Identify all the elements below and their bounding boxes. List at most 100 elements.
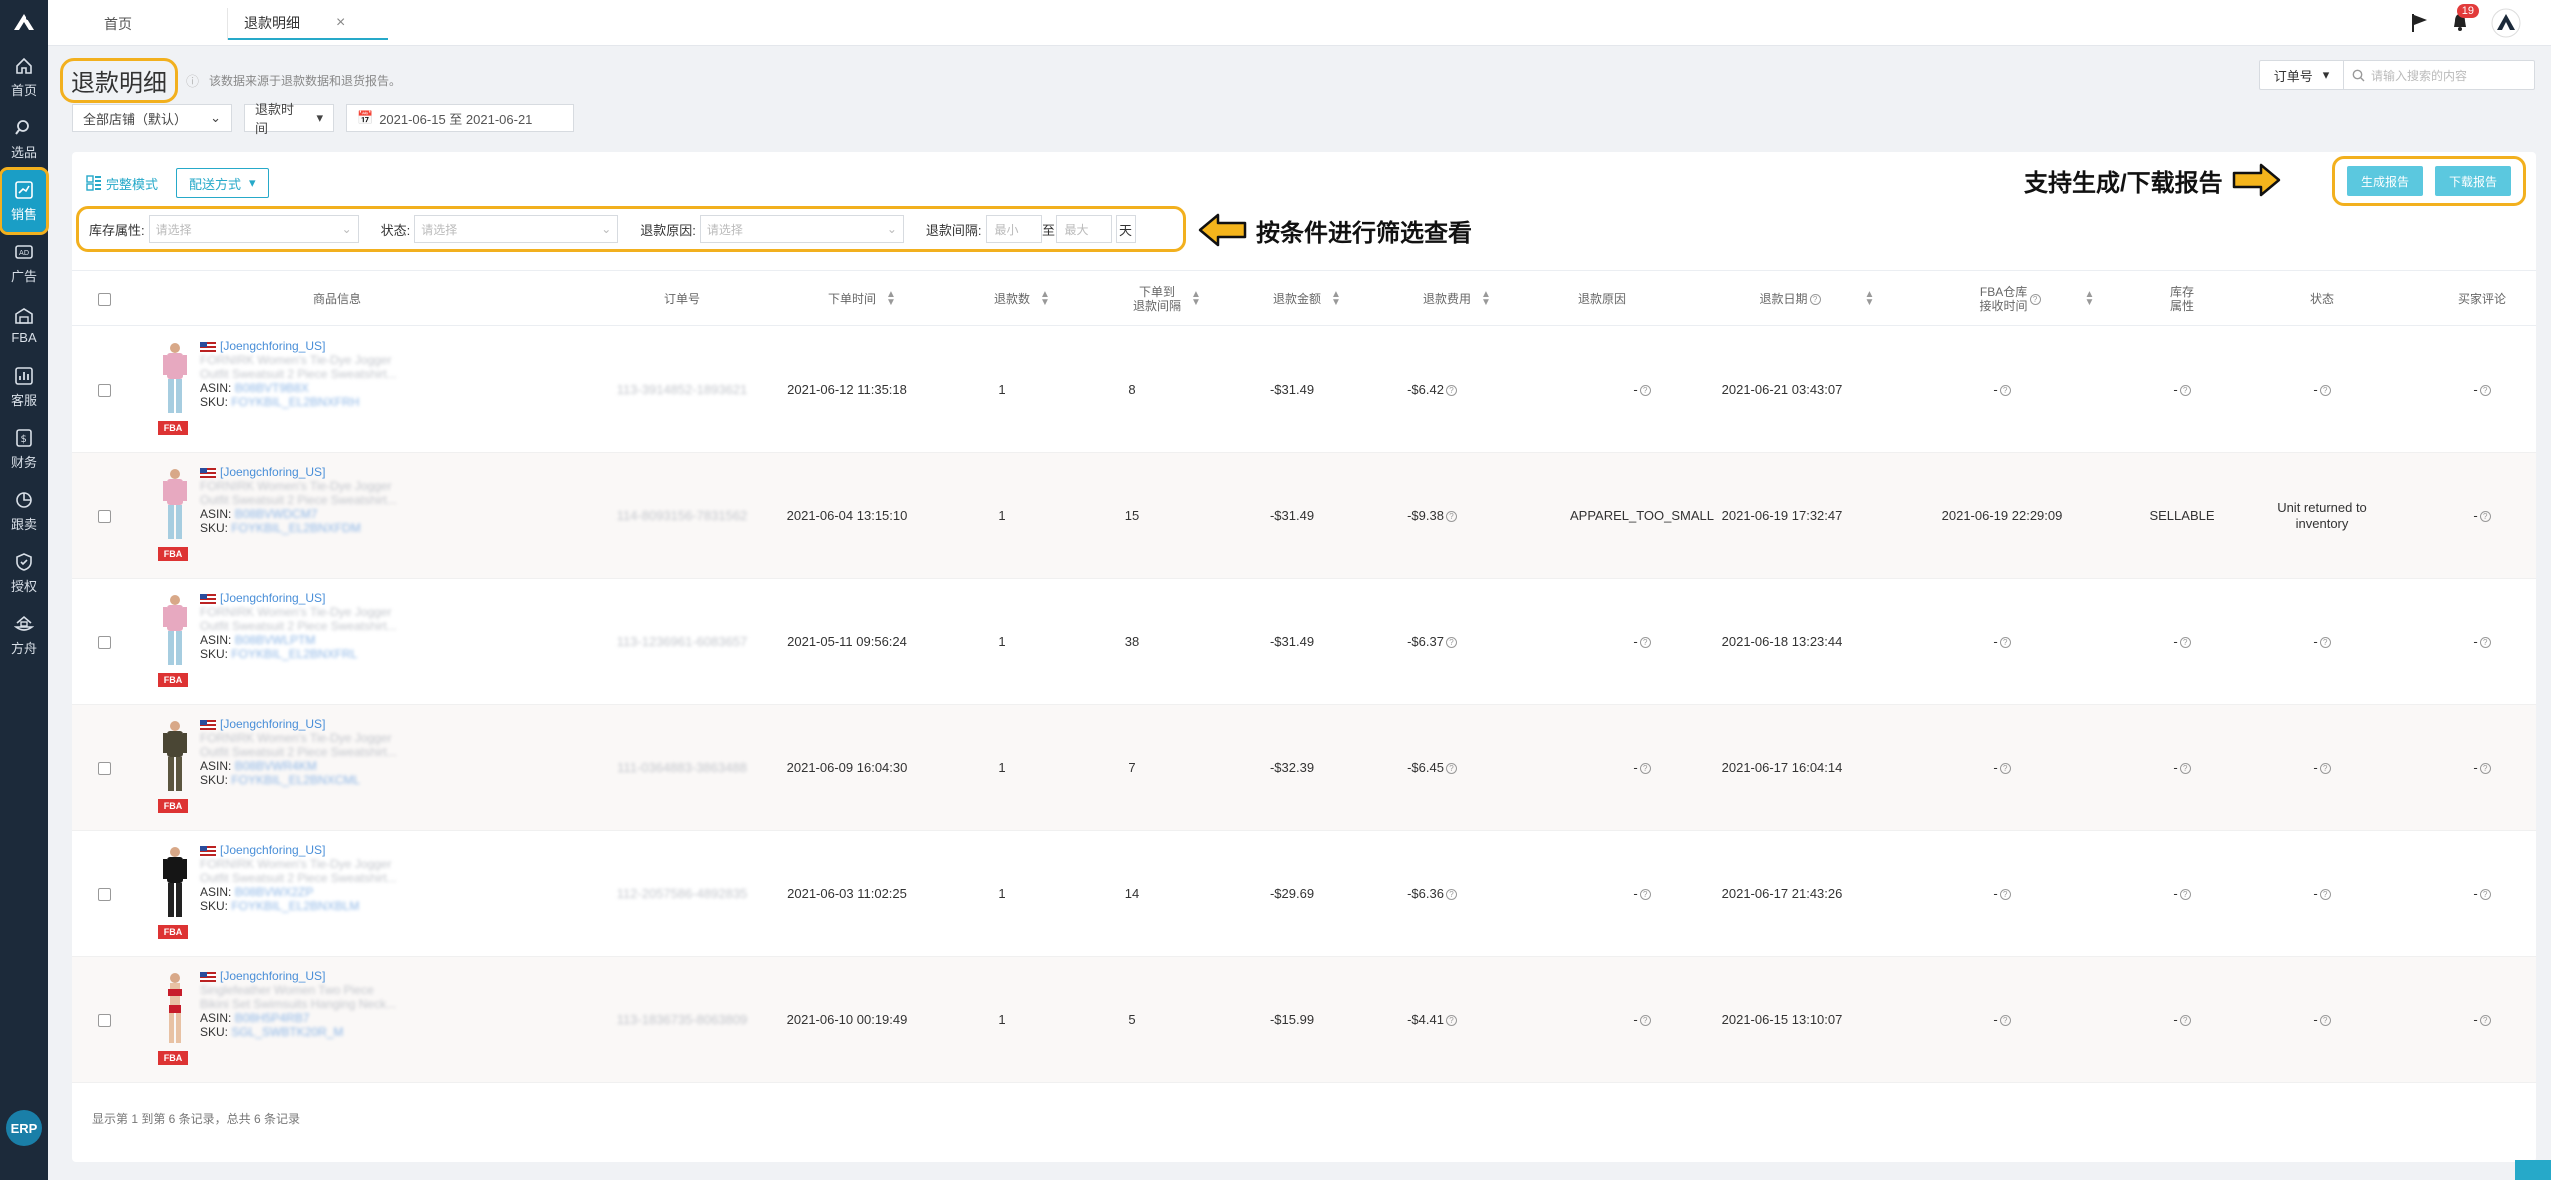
sidebar-item-5[interactable]: 客服 bbox=[0, 356, 48, 418]
row-checkbox[interactable] bbox=[97, 635, 111, 649]
search-field-select[interactable]: 订单号 ▾ bbox=[2260, 61, 2344, 89]
sidebar-item-0[interactable]: 首页 bbox=[0, 46, 48, 108]
row-checkbox[interactable] bbox=[97, 887, 111, 901]
th-interval[interactable]: 下单到 退款间隔 ▲ ▼ bbox=[1082, 271, 1252, 327]
th-refund-date[interactable]: 退款日期? ▲ ▼ bbox=[1712, 271, 1922, 327]
product-title[interactable]: FORNIRK Women's Tie-Dye Jogger bbox=[200, 353, 400, 367]
interval-min-input[interactable]: 最小 bbox=[985, 215, 1042, 243]
help-icon[interactable]: ? bbox=[2479, 636, 2491, 648]
sidebar-item-2[interactable]: 销售 bbox=[0, 167, 49, 235]
th-fba-time[interactable]: FBA仓库 接收时间? ▲ ▼ bbox=[1932, 271, 2142, 327]
store-select[interactable]: 全部店铺（默认） ⌄ bbox=[72, 104, 232, 132]
sidebar-item-6[interactable]: $ 财务 bbox=[0, 418, 48, 480]
help-icon[interactable]: ? bbox=[2179, 1014, 2191, 1026]
shop-link[interactable]: [Joengchforing_US] bbox=[220, 969, 325, 983]
download-report-button[interactable]: 下载报告 bbox=[2434, 166, 2511, 196]
th-order-time[interactable]: 下单时间 ▲ ▼ bbox=[792, 271, 932, 327]
asin-link[interactable]: B08BVWLPTM bbox=[235, 633, 316, 647]
th-qty[interactable]: 退款数 ▲ ▼ bbox=[952, 271, 1092, 327]
select-all-checkbox[interactable] bbox=[97, 292, 111, 306]
sidebar-item-7[interactable]: 跟卖 bbox=[0, 480, 48, 542]
order-number[interactable]: 114-8093156-7831562 bbox=[617, 508, 748, 524]
status-filter-select[interactable]: 请选择 ⌄ bbox=[414, 215, 619, 243]
product-image[interactable] bbox=[158, 971, 192, 1047]
sort-icon[interactable]: ▲ ▼ bbox=[1331, 290, 1341, 308]
product-title[interactable]: FORNIRK Women's Tie-Dye Jogger bbox=[200, 605, 400, 619]
sku-link[interactable]: FOYKBIL_EL2BNXCML bbox=[231, 773, 360, 787]
erp-badge[interactable]: ERP bbox=[6, 1110, 42, 1146]
row-checkbox[interactable] bbox=[97, 1013, 111, 1027]
help-icon[interactable]: ? bbox=[2479, 384, 2491, 396]
search-input[interactable]: 请输入搜索的内容 bbox=[2344, 61, 2534, 89]
help-icon[interactable]: ? bbox=[2179, 762, 2191, 774]
sku-link[interactable]: FOYKBIL_EL2BNXFDM bbox=[231, 521, 360, 535]
shop-link[interactable]: [Joengchforing_US] bbox=[220, 717, 325, 731]
th-amount[interactable]: 退款金额 ▲ ▼ bbox=[1232, 271, 1382, 327]
close-icon[interactable]: × bbox=[336, 14, 345, 32]
asin-link[interactable]: B08H5P4RB7 bbox=[235, 1011, 310, 1025]
help-icon[interactable]: ? bbox=[2179, 384, 2191, 396]
help-icon[interactable]: ? bbox=[1639, 888, 1651, 900]
help-icon[interactable]: ? bbox=[2479, 762, 2491, 774]
help-icon[interactable]: ? bbox=[1445, 636, 1457, 648]
product-image[interactable] bbox=[158, 719, 192, 795]
shop-link[interactable]: [Joengchforing_US] bbox=[220, 465, 325, 479]
help-icon[interactable]: ? bbox=[1639, 762, 1651, 774]
row-checkbox[interactable] bbox=[97, 509, 111, 523]
tab-home[interactable]: 首页 bbox=[88, 8, 228, 40]
shop-link[interactable]: [Joengchforing_US] bbox=[220, 843, 325, 857]
help-icon[interactable]: ? bbox=[1999, 636, 2011, 648]
shop-link[interactable]: [Joengchforing_US] bbox=[220, 591, 325, 605]
generate-report-button[interactable]: 生成报告 bbox=[2346, 166, 2423, 196]
sku-link[interactable]: SGL_SWBTK20R_M bbox=[231, 1025, 343, 1039]
tab-refund-detail[interactable]: 退款明细 × bbox=[228, 8, 388, 40]
help-icon[interactable]: ? bbox=[2479, 1014, 2491, 1026]
view-mode-toggle[interactable]: 完整模式 bbox=[86, 174, 158, 193]
asin-link[interactable]: B08BVWR4KM bbox=[235, 759, 317, 773]
help-icon[interactable]: ? bbox=[1445, 510, 1457, 522]
row-checkbox[interactable] bbox=[97, 383, 111, 397]
help-icon[interactable]: ? bbox=[1639, 1014, 1651, 1026]
product-title[interactable]: Singlefeather Women Two Piece bbox=[200, 983, 400, 997]
help-icon[interactable]: ? bbox=[2319, 636, 2331, 648]
help-icon[interactable]: ? bbox=[1639, 384, 1651, 396]
order-number[interactable]: 112-2057586-4892835 bbox=[617, 886, 748, 902]
sort-icon[interactable]: ▲ ▼ bbox=[886, 290, 896, 308]
help-icon[interactable]: ? bbox=[2179, 636, 2191, 648]
sort-icon[interactable]: ▲ ▼ bbox=[1040, 290, 1050, 308]
help-icon[interactable]: ? bbox=[2319, 888, 2331, 900]
help-icon[interactable]: ? bbox=[2029, 293, 2041, 305]
product-image[interactable] bbox=[158, 593, 192, 669]
order-number[interactable]: 113-3914852-1893621 bbox=[617, 382, 748, 398]
asin-link[interactable]: B08BVWDCM7 bbox=[235, 507, 318, 521]
inventory-filter-select[interactable]: 请选择 ⌄ bbox=[148, 215, 359, 243]
th-fee[interactable]: 退款费用 ▲ ▼ bbox=[1382, 271, 1532, 327]
help-icon[interactable]: ? bbox=[1999, 762, 2011, 774]
flag-icon[interactable] bbox=[2411, 13, 2429, 33]
sku-link[interactable]: FOYKBIL_EL2BNXFRH bbox=[231, 395, 359, 409]
order-number[interactable]: 111-0364883-3863488 bbox=[617, 760, 747, 776]
help-icon[interactable]: ? bbox=[2479, 888, 2491, 900]
help-icon[interactable]: ⓘ bbox=[186, 71, 199, 90]
help-icon[interactable]: ? bbox=[1639, 636, 1651, 648]
help-icon[interactable]: ? bbox=[2319, 384, 2331, 396]
help-float-button[interactable] bbox=[2515, 1160, 2551, 1180]
product-image[interactable] bbox=[158, 845, 192, 921]
reason-filter-select[interactable]: 请选择 ⌄ bbox=[699, 215, 904, 243]
help-icon[interactable]: ? bbox=[2319, 1014, 2331, 1026]
shop-link[interactable]: [Joengchforing_US] bbox=[220, 339, 325, 353]
help-icon[interactable]: ? bbox=[1999, 1014, 2011, 1026]
help-icon[interactable]: ? bbox=[1445, 1014, 1457, 1026]
sort-icon[interactable]: ▲ ▼ bbox=[2085, 290, 2095, 308]
interval-max-input[interactable]: 最大 bbox=[1055, 215, 1112, 243]
asin-link[interactable]: B08BVWX2ZP bbox=[235, 885, 314, 899]
sku-link[interactable]: FOYKBIL_EL2BNXBLM bbox=[231, 899, 359, 913]
product-image[interactable] bbox=[158, 467, 192, 543]
product-image[interactable] bbox=[158, 341, 192, 417]
sidebar-item-1[interactable]: 选品 bbox=[0, 108, 48, 170]
sort-icon[interactable]: ▲ ▼ bbox=[1191, 290, 1201, 308]
sidebar-item-9[interactable]: 方舟 bbox=[0, 604, 48, 666]
help-icon[interactable]: ? bbox=[2479, 510, 2491, 522]
help-icon[interactable]: ? bbox=[2319, 762, 2331, 774]
product-title[interactable]: FORNIRK Women's Tie-Dye Jogger bbox=[200, 479, 400, 493]
